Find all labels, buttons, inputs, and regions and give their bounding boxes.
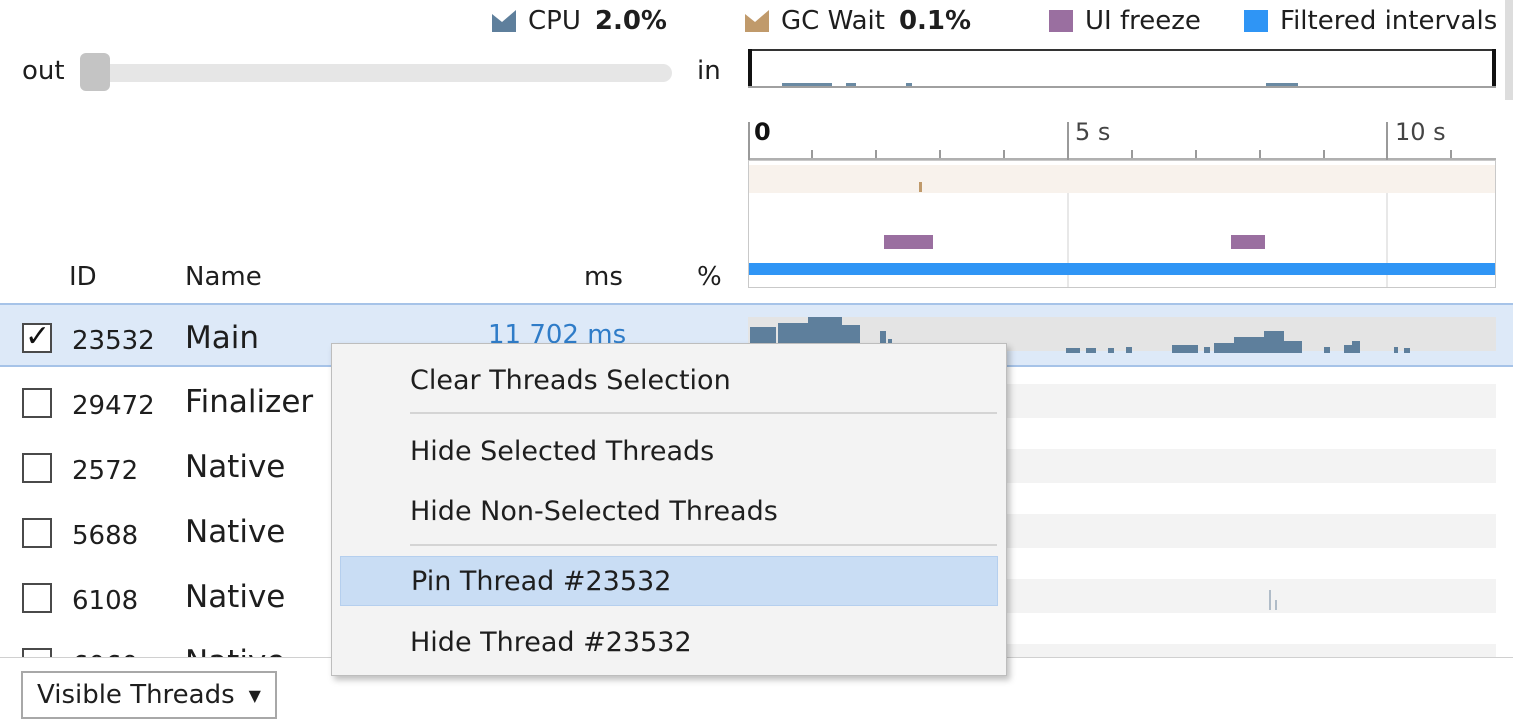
thread-id: 2572 xyxy=(72,456,139,486)
filtered-label: Filtered intervals xyxy=(1280,6,1498,36)
thread-id: 29472 xyxy=(72,391,155,421)
cpu-usage-bar xyxy=(1172,345,1198,353)
visible-threads-dropdown[interactable]: Visible Threads ▼ xyxy=(21,671,277,719)
ui-freeze-legend: UI freeze xyxy=(1049,6,1201,36)
column-header-id[interactable]: ID xyxy=(69,262,97,292)
overview-activity xyxy=(846,83,856,86)
zoom-slider-track[interactable] xyxy=(80,64,672,82)
gc-wait-event xyxy=(919,182,922,192)
thread-name: Native xyxy=(185,579,286,615)
thread-name: Native xyxy=(185,449,286,485)
gc-wait-legend: GC Wait 0.1% xyxy=(745,6,971,36)
cpu-usage-bar xyxy=(1086,348,1096,353)
cpu-usage-bar xyxy=(1066,348,1080,353)
overview-activity xyxy=(782,83,832,86)
ruler-major-tick xyxy=(1067,122,1069,160)
thread-checkbox[interactable] xyxy=(22,518,52,548)
gc-wait-lane xyxy=(749,165,1495,193)
zoom-in-label: in xyxy=(697,56,721,86)
menu-item-hide-selected-threads[interactable]: Hide Selected Threads xyxy=(340,426,998,476)
cpu-legend: CPU 2.0% xyxy=(492,6,667,36)
cpu-swatch-icon xyxy=(492,10,516,32)
ruler-minor-tick xyxy=(1131,150,1133,158)
zoom-out-label: out xyxy=(22,56,65,86)
column-header-name[interactable]: Name xyxy=(185,262,262,292)
cpu-usage-bar xyxy=(1275,600,1277,610)
cpu-value: 2.0% xyxy=(594,6,667,36)
gc-swatch-icon xyxy=(745,10,769,32)
thread-checkbox[interactable] xyxy=(22,319,52,354)
gc-label: GC Wait xyxy=(781,6,885,36)
thread-checkbox[interactable] xyxy=(22,453,52,483)
ui-freeze-event[interactable] xyxy=(884,235,933,249)
ruler-label-5s: 5 s xyxy=(1075,118,1111,146)
filtered-interval-bar[interactable] xyxy=(749,263,1495,275)
thread-name: Finalizer xyxy=(185,384,314,420)
cpu-usage-bar xyxy=(1264,331,1284,353)
ruler-label-10s: 10 s xyxy=(1395,118,1446,146)
cpu-usage-bar xyxy=(1352,341,1360,353)
overview-top-border xyxy=(748,49,1496,51)
menu-separator xyxy=(410,412,997,414)
cpu-usage-bar xyxy=(1344,345,1352,353)
ruler-label-0: 0 xyxy=(754,118,771,146)
filtered-swatch-icon xyxy=(1244,10,1268,32)
menu-separator xyxy=(410,544,997,546)
ruler-minor-tick xyxy=(811,150,813,158)
overview-activity xyxy=(1266,83,1298,86)
cpu-usage-bar xyxy=(1204,347,1210,353)
thread-id: 6108 xyxy=(72,586,139,616)
filtered-intervals-legend: Filtered intervals xyxy=(1244,6,1497,36)
ruler-minor-tick xyxy=(1259,150,1261,158)
overview-timeline[interactable] xyxy=(748,49,1496,88)
thread-id: 23532 xyxy=(72,326,155,356)
cpu-usage-bar xyxy=(1234,337,1264,353)
column-header-percent[interactable]: % xyxy=(697,262,722,292)
ruler-minor-tick xyxy=(875,150,877,158)
overview-right-handle[interactable] xyxy=(1492,49,1496,86)
vertical-scrollbar[interactable] xyxy=(1505,0,1513,100)
thread-checkbox[interactable] xyxy=(22,388,52,418)
cpu-usage-bar xyxy=(1324,347,1330,353)
visible-threads-label: Visible Threads xyxy=(37,680,235,710)
ruler-major-tick xyxy=(748,122,750,160)
ruler-minor-tick xyxy=(1450,150,1452,158)
thread-checkbox[interactable] xyxy=(22,583,52,613)
cpu-usage-bar xyxy=(1284,341,1302,353)
cpu-usage-bar xyxy=(1404,348,1410,353)
context-menu: Clear Threads Selection Hide Selected Th… xyxy=(331,343,1007,676)
ruler-minor-tick xyxy=(1195,150,1197,158)
cpu-usage-bar xyxy=(1214,343,1234,353)
menu-item-pin-thread[interactable]: Pin Thread #23532 xyxy=(340,556,998,606)
zoom-slider-thumb[interactable] xyxy=(80,53,110,91)
events-timeline[interactable] xyxy=(748,160,1496,288)
cpu-usage-bar xyxy=(1394,347,1398,353)
gc-value: 0.1% xyxy=(898,6,972,36)
cpu-usage-bar xyxy=(1126,347,1132,353)
freeze-swatch-icon xyxy=(1049,10,1073,32)
thread-id: 5688 xyxy=(72,521,139,551)
overview-activity xyxy=(906,83,912,86)
cpu-label: CPU xyxy=(528,6,581,36)
ui-freeze-event[interactable] xyxy=(1231,235,1265,249)
menu-item-clear-threads-selection[interactable]: Clear Threads Selection xyxy=(340,355,998,405)
ruler-major-tick xyxy=(1386,122,1388,160)
menu-item-hide-non-selected-threads[interactable]: Hide Non-Selected Threads xyxy=(340,486,998,536)
ruler-minor-tick xyxy=(1323,150,1325,158)
chevron-down-icon: ▼ xyxy=(248,685,261,705)
thread-name: Main xyxy=(185,320,260,356)
column-header-ms[interactable]: ms xyxy=(584,262,623,292)
cpu-usage-bar xyxy=(1108,348,1114,353)
thread-name: Native xyxy=(185,514,286,550)
ruler-minor-tick xyxy=(939,150,941,158)
cpu-usage-bar xyxy=(1269,590,1271,610)
ruler-minor-tick xyxy=(1003,150,1005,158)
overview-left-handle[interactable] xyxy=(748,49,752,86)
menu-item-hide-thread[interactable]: Hide Thread #23532 xyxy=(340,617,998,667)
freeze-label: UI freeze xyxy=(1085,6,1201,36)
